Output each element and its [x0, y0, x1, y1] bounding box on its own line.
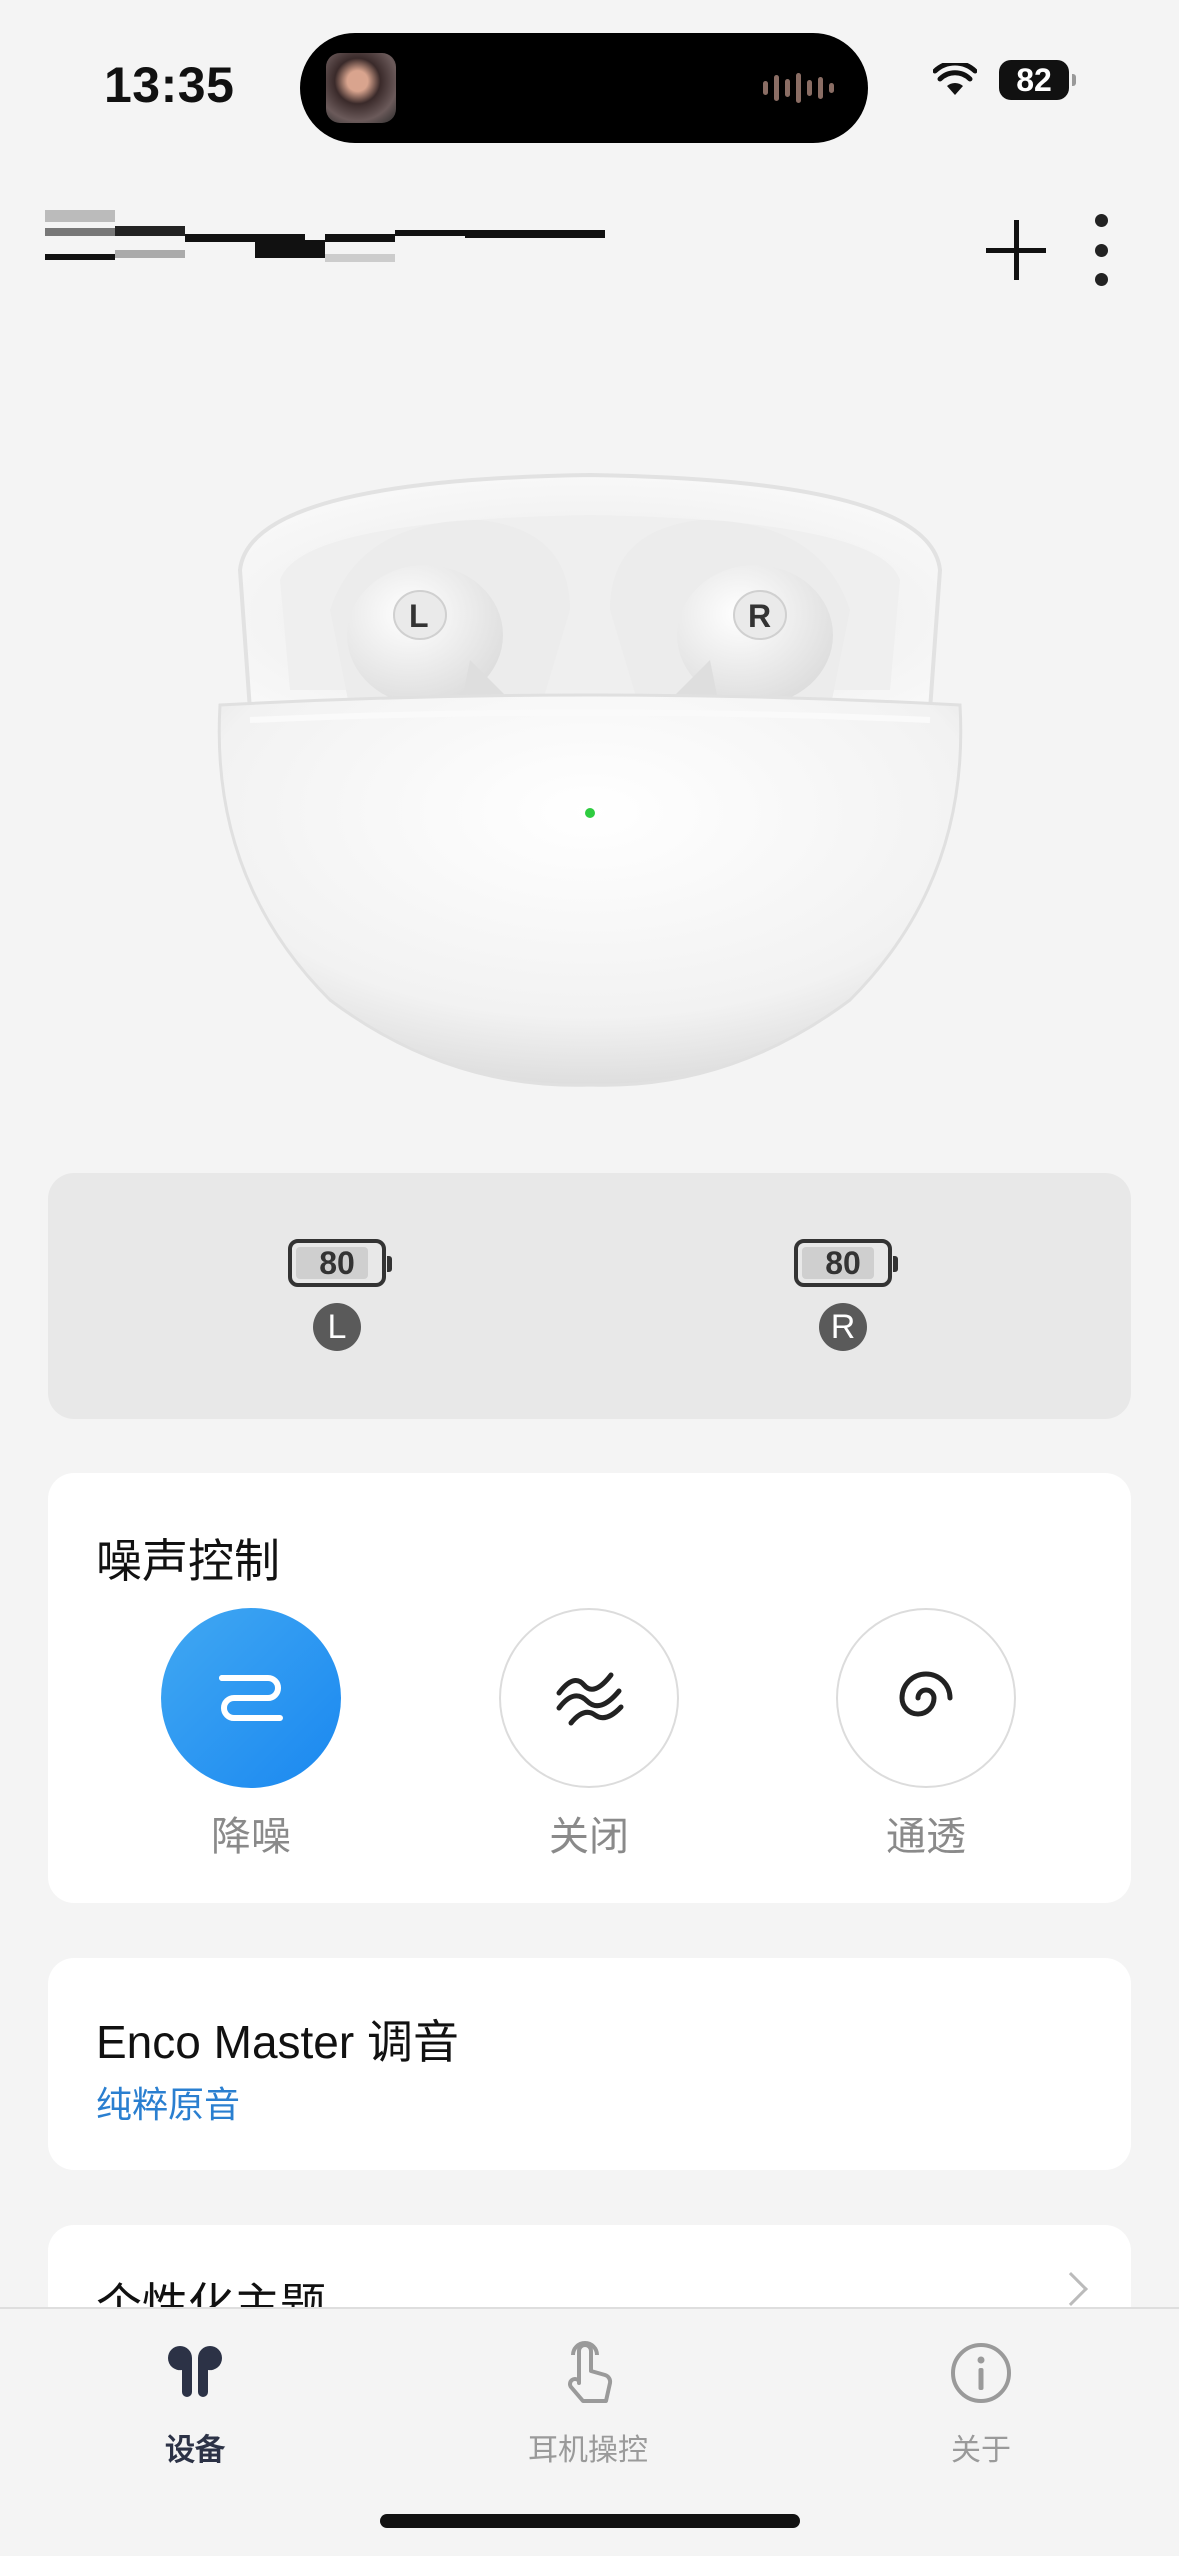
noise-control-card: 噪声控制 降噪 关闭 通透 [48, 1473, 1131, 1903]
noise-control-title: 噪声控制 [96, 1535, 280, 1587]
svg-text:R: R [748, 598, 771, 634]
tab-devices[interactable]: 设备 [65, 2333, 325, 2469]
wifi-icon [933, 63, 977, 95]
right-battery-value: 80 [825, 1244, 861, 1281]
left-battery-value: 80 [319, 1244, 355, 1281]
tab-label: 关于 [951, 2434, 1011, 2467]
status-bar: 13:35 82 [0, 0, 1179, 170]
redacted-device-name [45, 210, 605, 280]
tab-about[interactable]: 关于 [851, 2333, 1111, 2469]
left-side-badge: L [313, 1303, 361, 1351]
chevron-right-icon [1054, 2272, 1088, 2306]
battery-indicator: 82 [999, 60, 1076, 100]
earbuds-case-image: L R [217, 472, 963, 1087]
dynamic-island[interactable] [300, 33, 868, 143]
status-indicators: 82 [933, 60, 1076, 100]
tab-label: 设备 [165, 2434, 225, 2467]
mode-transparency[interactable]: 通透 [826, 1608, 1026, 1862]
now-playing-artwork [326, 53, 396, 123]
transparency-icon [899, 1671, 953, 1717]
tab-label: 耳机操控 [528, 2434, 648, 2467]
svg-text:L: L [409, 598, 429, 634]
noise-cancel-button[interactable] [161, 1608, 341, 1788]
tab-earphone-control[interactable]: 耳机操控 [458, 2333, 718, 2469]
touch-icon [548, 2333, 628, 2413]
earbuds-icon [155, 2333, 235, 2413]
noise-off-icon [556, 1672, 624, 1726]
battery-icon: 80 [288, 1239, 392, 1287]
more-vertical-icon[interactable] [1085, 210, 1117, 290]
plus-icon[interactable] [980, 214, 1052, 286]
mode-noise-cancel[interactable]: 降噪 [151, 1608, 351, 1862]
right-bud-battery: 80 R [788, 1239, 898, 1351]
mode-off[interactable]: 关闭 [489, 1608, 689, 1862]
info-icon [941, 2333, 1021, 2413]
right-side-badge: R [819, 1303, 867, 1351]
mode-label: 降噪 [211, 1815, 291, 1859]
eq-card[interactable]: Enco Master 调音 纯粹原音 [48, 1958, 1131, 2170]
status-time: 13:35 [104, 57, 235, 113]
mode-label: 通透 [886, 1815, 966, 1859]
noise-cancel-icon [219, 1675, 283, 1721]
mode-label: 关闭 [549, 1815, 629, 1859]
eq-preset-link[interactable]: 纯粹原音 [96, 2076, 240, 2128]
noise-off-button[interactable] [499, 1608, 679, 1788]
battery-icon: 80 [794, 1239, 898, 1287]
eq-title: Enco Master 调音 [96, 2016, 459, 2068]
battery-card: 80 L 80 R [48, 1173, 1131, 1419]
home-indicator[interactable] [380, 2514, 800, 2528]
transparency-button[interactable] [836, 1608, 1016, 1788]
left-bud-battery: 80 L [282, 1239, 392, 1351]
audio-waveform-icon [763, 72, 834, 104]
header [0, 190, 1179, 300]
